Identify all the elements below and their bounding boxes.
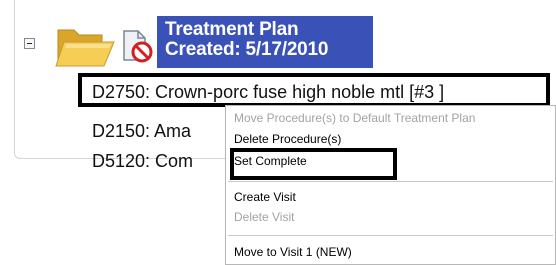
treatment-plan-header[interactable]: Treatment Plan Created: 5/17/2010 (157, 16, 373, 68)
context-menu: Move Procedure(s) to Default Treatment P… (225, 105, 556, 265)
procedure-item[interactable]: D2150: Ama (92, 120, 191, 142)
menu-item-create-visit[interactable]: Create Visit (234, 190, 296, 204)
menu-separator (228, 235, 553, 236)
menu-separator (228, 181, 553, 182)
plan-title: Treatment Plan (165, 19, 299, 40)
procedure-item[interactable]: D5120: Com (92, 150, 193, 172)
plan-created-date: Created: 5/17/2010 (165, 39, 329, 60)
menu-item-delete-visit: Delete Visit (234, 210, 295, 224)
menu-item-move-to-visit[interactable]: Move to Visit 1 (NEW) (234, 245, 352, 259)
set-complete-highlight-box (230, 148, 397, 180)
procedure-highlight-box (78, 73, 550, 107)
minus-box-icon[interactable] (24, 38, 35, 49)
no-document-icon (123, 30, 153, 63)
menu-item-move-to-default-plan: Move Procedure(s) to Default Treatment P… (234, 111, 476, 125)
open-folder-icon (55, 29, 115, 67)
menu-item-delete-procedures[interactable]: Delete Procedure(s) (234, 132, 341, 146)
